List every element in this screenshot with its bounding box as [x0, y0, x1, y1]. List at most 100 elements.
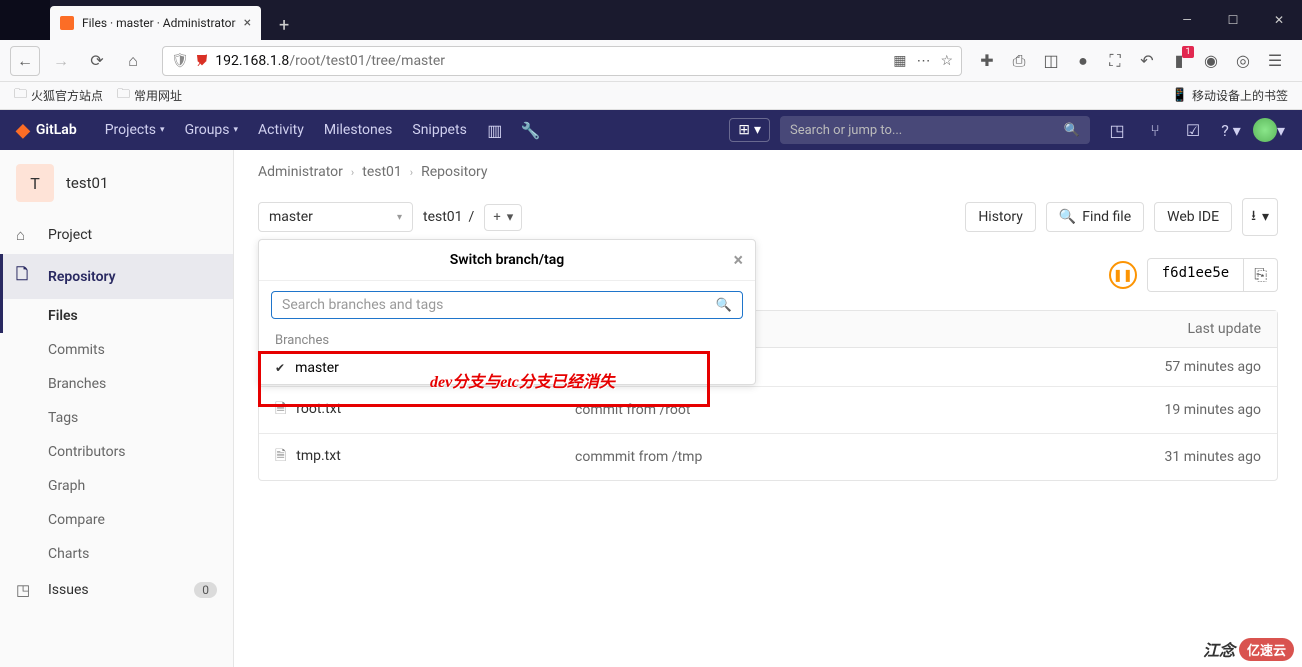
- window-controls: — ☐ ✕: [1164, 0, 1302, 40]
- history-button[interactable]: History: [965, 202, 1036, 232]
- nav-todos-icon[interactable]: ☑: [1176, 110, 1210, 150]
- branch-search-input[interactable]: [282, 297, 716, 313]
- sidebar-project-header[interactable]: T test01: [0, 150, 233, 216]
- sidebar-sub-compare[interactable]: Compare: [0, 503, 233, 537]
- path-breadcrumb: test01 /: [423, 209, 474, 225]
- container-icon[interactable]: ◎: [1232, 50, 1254, 72]
- sidebar-sub-commits[interactable]: Commits: [0, 333, 233, 367]
- home-button[interactable]: ⌂: [118, 46, 148, 76]
- nav-new-button[interactable]: ⊞▾: [729, 118, 770, 142]
- bookmark-star-icon[interactable]: ☆: [940, 53, 953, 69]
- watermark-logo: 亿速云: [1239, 638, 1294, 661]
- web-ide-button[interactable]: Web IDE: [1154, 202, 1232, 232]
- sidebar-sub-files[interactable]: Files: [0, 299, 233, 333]
- copy-sha-button[interactable]: ⎘: [1244, 258, 1278, 292]
- branch-selector[interactable]: master ▾: [258, 202, 413, 232]
- repo-icon: 🗋: [16, 264, 34, 289]
- tab-title: Files · master · Administrator: [82, 16, 236, 30]
- maximize-button[interactable]: ☐: [1210, 0, 1256, 40]
- url-bar[interactable]: 🛡 ⛊̸ 192.168.1.8/root/test01/tree/master…: [162, 46, 962, 76]
- close-tab-icon[interactable]: ×: [244, 15, 251, 31]
- forward-button: →: [46, 46, 76, 76]
- nav-wrench-icon[interactable]: 🔧: [513, 121, 549, 140]
- sidebar-sub-graph[interactable]: Graph: [0, 469, 233, 503]
- insecure-icon[interactable]: ⛊̸: [197, 53, 208, 69]
- extension-puzzle-icon[interactable]: ✚: [976, 50, 998, 72]
- page-actions-icon[interactable]: ⋯: [916, 53, 930, 69]
- gitlab-logo[interactable]: ◆ GitLab: [16, 120, 77, 141]
- undo-icon[interactable]: ↶: [1136, 50, 1158, 72]
- popup-search-box[interactable]: 🔍: [271, 291, 743, 319]
- bookmark-label: 火狐官方站点: [31, 87, 103, 104]
- minimize-button[interactable]: —: [1164, 0, 1210, 40]
- tab-spacer: [0, 0, 50, 40]
- close-icon[interactable]: ×: [733, 250, 743, 271]
- nav-snippets[interactable]: Snippets: [402, 110, 476, 150]
- commit-sha[interactable]: f6d1ee5e: [1147, 258, 1244, 292]
- search-icon: 🔍: [1059, 209, 1076, 225]
- branch-option-master[interactable]: ✔ master: [259, 352, 755, 384]
- sidebar-sub-tags[interactable]: Tags: [0, 401, 233, 435]
- nav-projects[interactable]: Projects▾: [95, 110, 175, 150]
- browser-tab-active[interactable]: Files · master · Administrator ×: [50, 6, 261, 40]
- sidebar-item-project[interactable]: ⌂Project: [0, 216, 233, 254]
- sidebar-sub-contributors[interactable]: Contributors: [0, 435, 233, 469]
- breadcrumb-project[interactable]: test01: [362, 164, 402, 180]
- nav-activity[interactable]: Activity: [248, 110, 314, 150]
- user-avatar: [1253, 118, 1277, 142]
- update-time-cell: 19 minutes ago: [1101, 402, 1261, 418]
- notifications-icon[interactable]: ▮: [1168, 50, 1190, 72]
- page-body: T test01 ⌂Project 🗋Repository Files Comm…: [0, 150, 1302, 667]
- chevron-right-icon: ›: [410, 166, 413, 179]
- breadcrumb-admin[interactable]: Administrator: [258, 164, 343, 180]
- nav-user-menu[interactable]: ▾: [1252, 110, 1286, 150]
- nav-groups[interactable]: Groups▾: [175, 110, 248, 150]
- project-sidebar: T test01 ⌂Project 🗋Repository Files Comm…: [0, 150, 234, 667]
- extension-icon[interactable]: ◉: [1200, 50, 1222, 72]
- sidebar-sub-branches[interactable]: Branches: [0, 367, 233, 401]
- url-actions: ▦ ⋯ ☆: [893, 53, 953, 69]
- sidebar-label: Project: [48, 227, 92, 243]
- nav-search-input[interactable]: [790, 123, 1064, 138]
- path-separator: /: [469, 209, 475, 225]
- file-icon: 🗎: [275, 448, 286, 464]
- bookmark-firefox[interactable]: 🗀 火狐官方站点: [14, 85, 103, 107]
- nav-chart-icon[interactable]: ▥: [477, 121, 513, 140]
- screenshot-icon[interactable]: ⛶: [1104, 50, 1126, 72]
- qr-icon[interactable]: ▦: [893, 53, 906, 69]
- browser-toolbar: ← → ⟳ ⌂ 🛡 ⛊̸ 192.168.1.8/root/test01/tre…: [0, 40, 1302, 82]
- path-root[interactable]: test01: [423, 209, 463, 225]
- caret-down-icon: ▾: [234, 125, 239, 135]
- library-icon[interactable]: ⎙: [1008, 50, 1030, 72]
- add-file-dropdown[interactable]: +▾: [484, 204, 522, 231]
- caret-down-icon: ▾: [1262, 209, 1269, 225]
- issues-count-badge: 0: [194, 582, 217, 598]
- nav-help-icon[interactable]: ? ▾: [1214, 110, 1248, 150]
- nav-mr-icon[interactable]: ⑂: [1138, 110, 1172, 150]
- bookmark-common[interactable]: 🗀 常用网址: [117, 85, 182, 107]
- sidebar-sub-charts[interactable]: Charts: [0, 537, 233, 571]
- sidebar-item-issues[interactable]: ◳Issues0: [0, 571, 233, 609]
- update-time-cell: 57 minutes ago: [1101, 359, 1261, 375]
- new-tab-button[interactable]: +: [269, 10, 299, 40]
- close-window-button[interactable]: ✕: [1256, 0, 1302, 40]
- gitlab-navbar: ◆ GitLab Projects▾ Groups▾ Activity Mile…: [0, 110, 1302, 150]
- download-button[interactable]: ⭳▾: [1242, 198, 1278, 236]
- nav-search[interactable]: 🔍: [780, 116, 1090, 144]
- back-button[interactable]: ←: [10, 46, 40, 76]
- nav-issues-icon[interactable]: ◳: [1100, 110, 1134, 150]
- account-avatar-icon[interactable]: ●: [1072, 50, 1094, 72]
- branch-switch-popup: Switch branch/tag × 🔍 Branches ✔ master: [258, 239, 756, 385]
- reload-button[interactable]: ⟳: [82, 46, 112, 76]
- pipeline-status-pending-icon[interactable]: ❚❚: [1109, 261, 1137, 289]
- sidebar-icon[interactable]: ◫: [1040, 50, 1062, 72]
- sidebar-item-repository[interactable]: 🗋Repository: [0, 254, 233, 299]
- mobile-bookmarks[interactable]: 📱 移动设备上的书签: [1172, 87, 1288, 104]
- shield-icon[interactable]: 🛡: [171, 53, 189, 69]
- table-row[interactable]: 🗎root.txt commit from /root 19 minutes a…: [259, 387, 1277, 434]
- nav-milestones[interactable]: Milestones: [314, 110, 403, 150]
- find-file-button[interactable]: 🔍Find file: [1046, 202, 1144, 232]
- breadcrumb-section: Repository: [421, 164, 487, 180]
- table-row[interactable]: 🗎tmp.txt commmit from /tmp 31 minutes ag…: [259, 434, 1277, 480]
- hamburger-menu-icon[interactable]: ☰: [1264, 50, 1286, 72]
